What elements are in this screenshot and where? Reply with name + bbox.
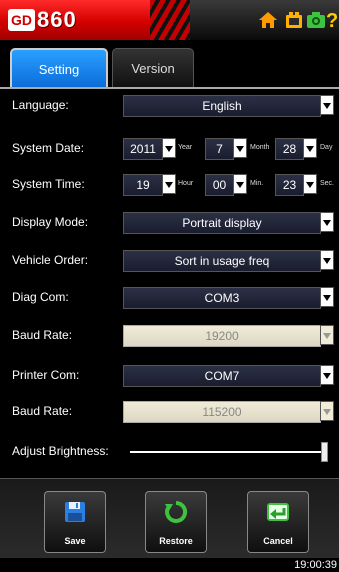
cancel-label: Cancel (263, 536, 293, 546)
tab-setting[interactable]: Setting (10, 48, 108, 88)
year-select[interactable]: 2011 (123, 138, 163, 160)
language-dropdown-arrow-icon[interactable] (320, 95, 334, 115)
hour-unit: Hour (178, 180, 194, 187)
display-mode-select[interactable]: Portrait display (123, 212, 321, 234)
diag-baud-rate-label: Baud Rate: (12, 328, 73, 342)
printer-baud-rate-row: Baud Rate: 115200 (0, 389, 339, 433)
minute-dropdown-arrow-icon[interactable] (233, 174, 247, 194)
hour-dropdown-arrow-icon[interactable] (162, 174, 176, 194)
brightness-row: Adjust Brightness: (0, 429, 339, 473)
year-dropdown-arrow-icon[interactable] (162, 138, 176, 158)
help-icon[interactable]: ? (326, 10, 339, 30)
day-select[interactable]: 28 (275, 138, 304, 160)
vehicle-order-select[interactable]: Sort in usage freq (123, 250, 321, 272)
diag-com-select[interactable]: COM3 (123, 287, 321, 309)
back-arrow-icon (267, 503, 289, 521)
vehicle-order-dropdown-arrow-icon[interactable] (320, 250, 334, 270)
display-mode-dropdown-arrow-icon[interactable] (320, 212, 334, 232)
diag-baud-rate-dropdown-arrow-icon (320, 325, 334, 345)
second-dropdown-arrow-icon[interactable] (303, 174, 317, 194)
brightness-slider-handle[interactable] (321, 442, 328, 462)
month-dropdown-arrow-icon[interactable] (233, 138, 247, 158)
year-unit: Year (178, 144, 193, 151)
language-row: Language: English (0, 83, 339, 127)
home-icon[interactable] (258, 10, 278, 30)
second-unit: Sec. (320, 180, 335, 187)
save-label: Save (64, 536, 86, 546)
brightness-slider-track[interactable] (130, 451, 322, 453)
minute-unit: Min. (250, 180, 264, 187)
language-label: Language: (12, 98, 69, 112)
month-unit: Month (250, 144, 270, 151)
camera-icon[interactable] (306, 10, 326, 30)
hour-select[interactable]: 19 (123, 174, 163, 196)
tab-version[interactable]: Version (112, 48, 194, 87)
month-select[interactable]: 7 (205, 138, 234, 160)
brightness-label: Adjust Brightness: (12, 444, 109, 458)
diag-com-dropdown-arrow-icon[interactable] (320, 287, 334, 307)
header-bar: GD 860 ? (0, 0, 339, 40)
status-bar: 19:00:39 (0, 558, 339, 572)
system-clock: 19:00:39 (294, 559, 337, 571)
brand-logo: GD 860 (8, 7, 77, 32)
printer-baud-rate-select: 115200 (123, 401, 321, 423)
refresh-icon (165, 500, 188, 523)
save-button[interactable]: Save (44, 491, 106, 553)
svg-text:?: ? (326, 10, 338, 30)
footer-toolbar: Save Restore Cancel (0, 478, 339, 559)
cancel-button[interactable]: Cancel (247, 491, 309, 553)
diag-baud-rate-row: Baud Rate: 19200 (0, 313, 339, 357)
language-select[interactable]: English (123, 95, 321, 117)
diag-baud-rate-select: 19200 (123, 325, 321, 347)
second-select[interactable]: 23 (275, 174, 304, 196)
printer-com-select[interactable]: COM7 (123, 365, 321, 387)
restore-label: Restore (159, 536, 193, 546)
day-unit: Day (320, 144, 333, 151)
folder-icon[interactable] (284, 10, 304, 30)
day-dropdown-arrow-icon[interactable] (303, 138, 317, 158)
printer-baud-rate-dropdown-arrow-icon (320, 401, 334, 421)
printer-baud-rate-label: Baud Rate: (12, 404, 73, 418)
restore-button[interactable]: Restore (145, 491, 207, 553)
minute-select[interactable]: 00 (205, 174, 234, 196)
printer-com-dropdown-arrow-icon[interactable] (320, 365, 334, 385)
floppy-disk-icon (65, 502, 85, 522)
